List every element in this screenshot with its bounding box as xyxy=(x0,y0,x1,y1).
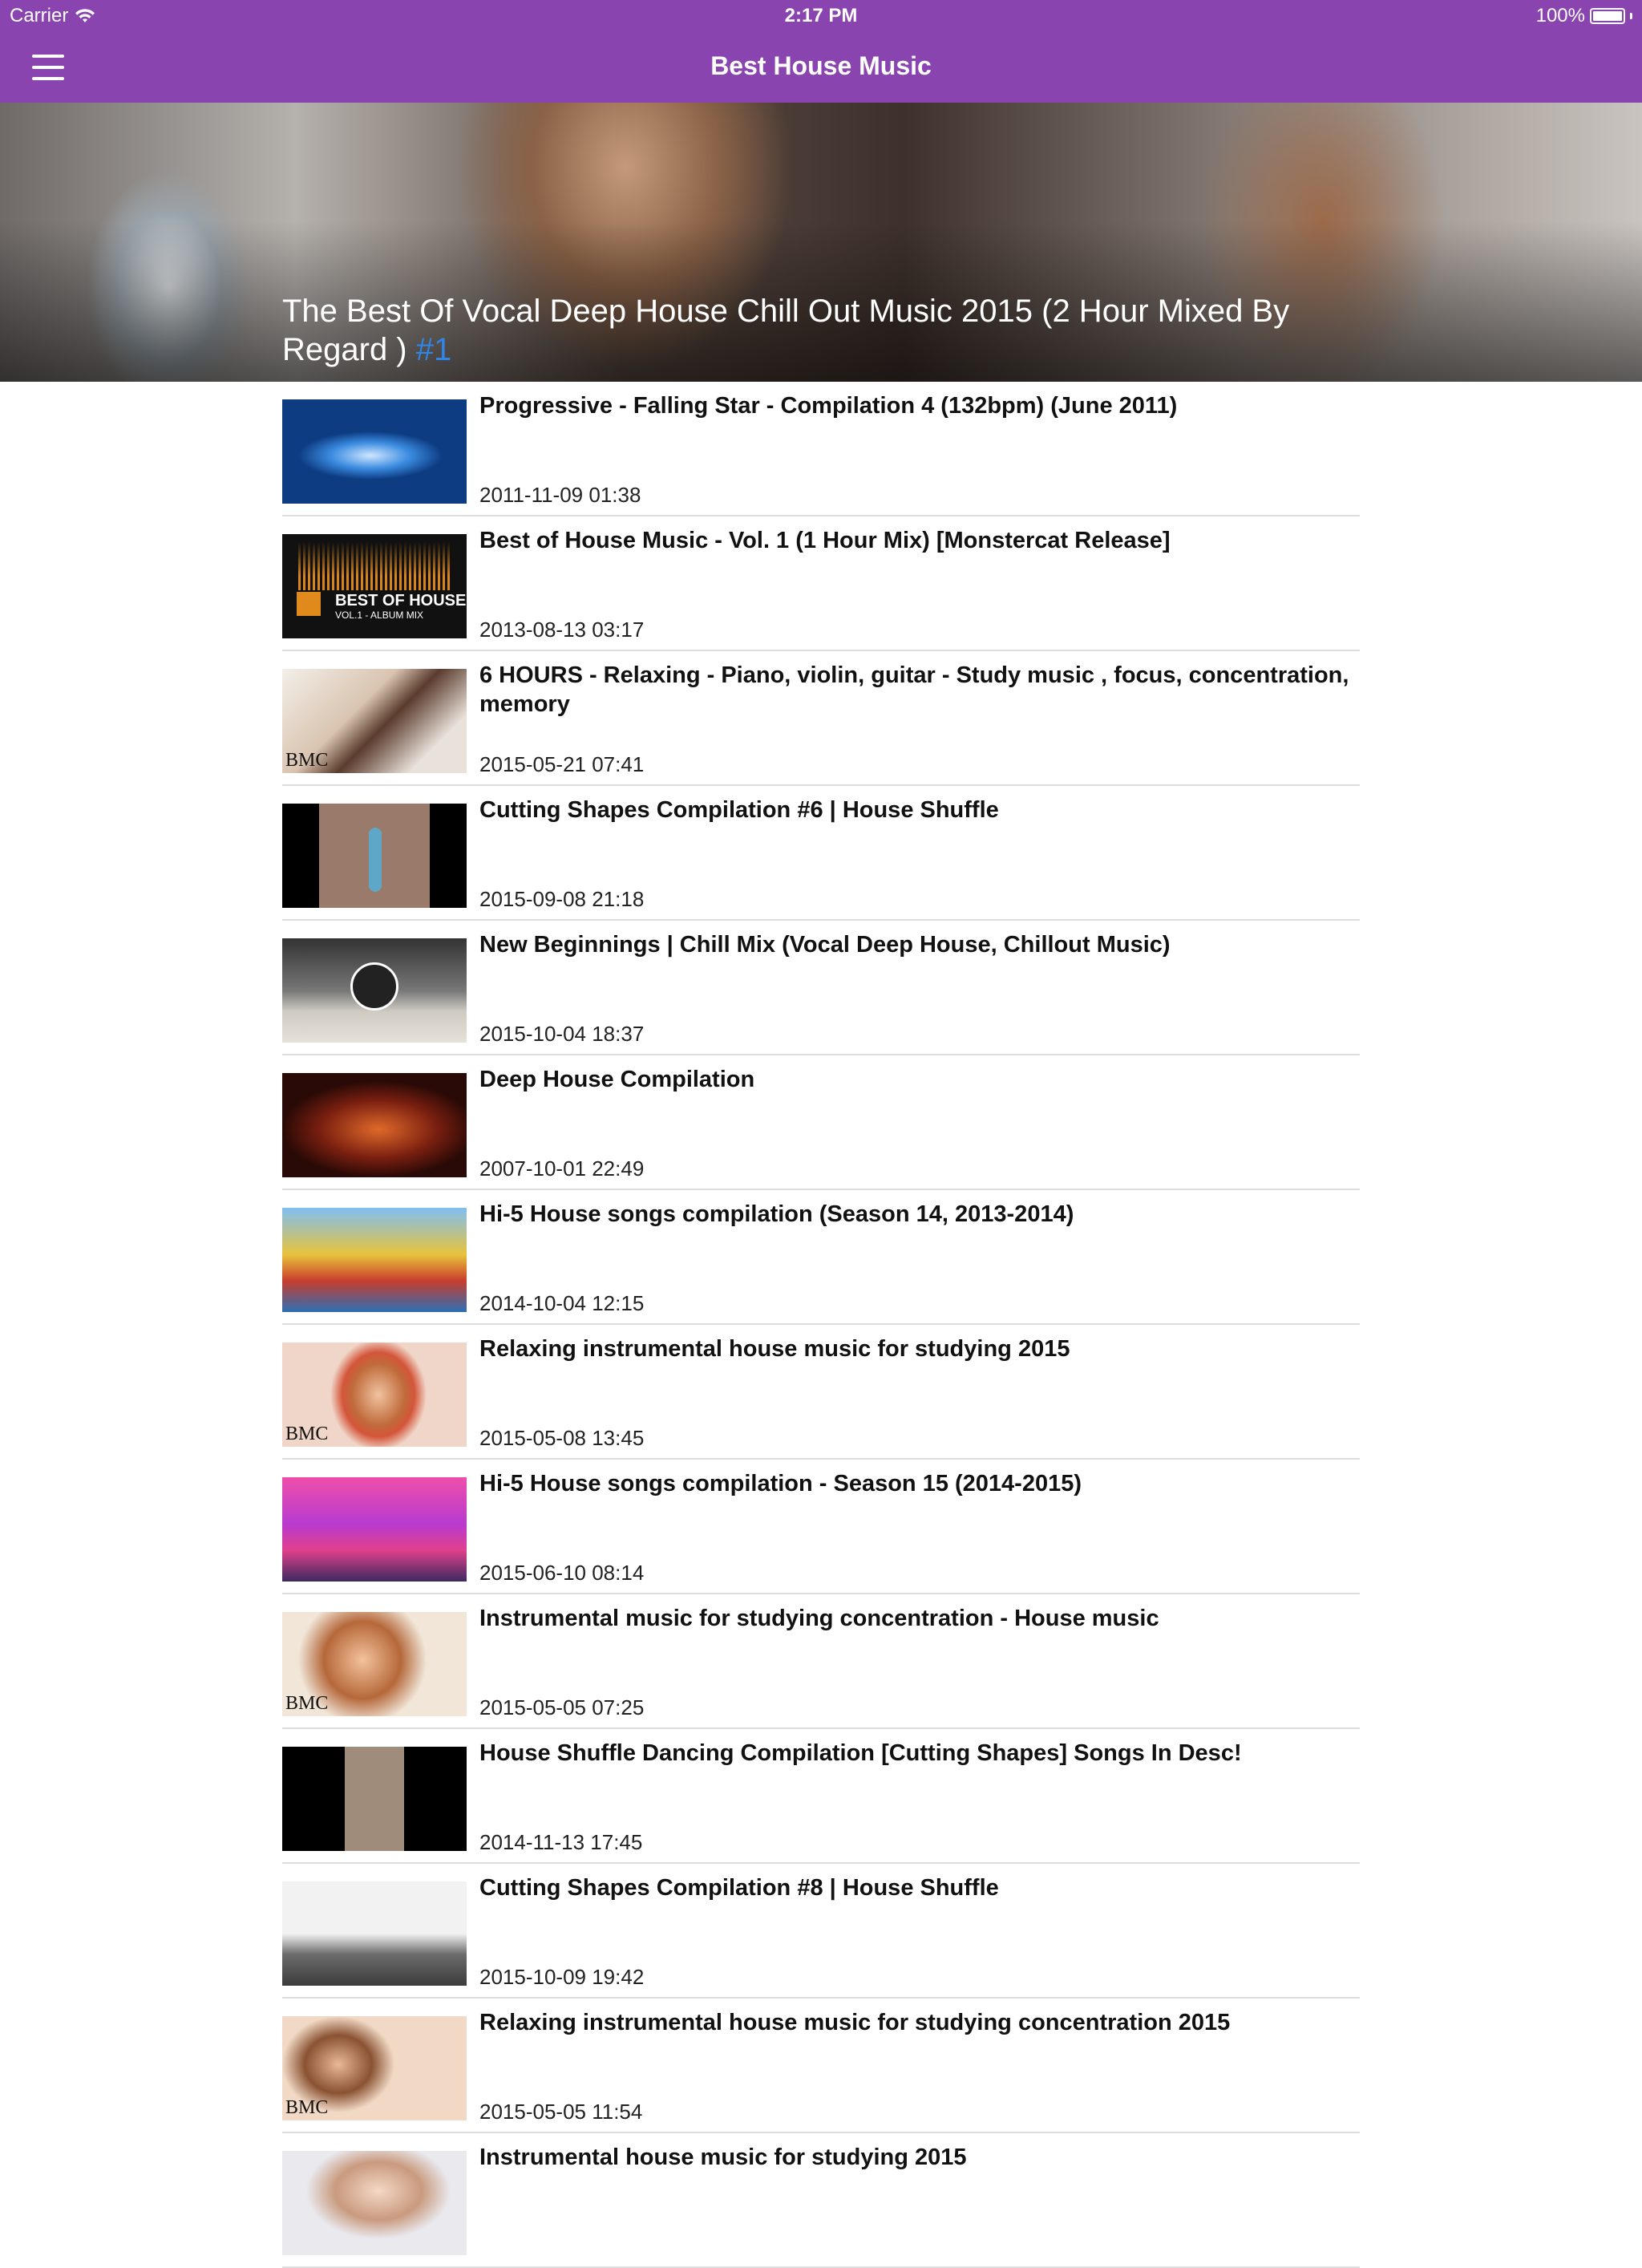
video-title[interactable]: Cutting Shapes Compilation #6 | House Sh… xyxy=(479,796,1353,824)
battery-tip xyxy=(1630,13,1632,19)
thumbnail-caption: BEST OF HOUSE xyxy=(335,592,467,610)
video-thumbnail[interactable] xyxy=(282,804,467,908)
thumbnail-watermark: BMC xyxy=(285,750,329,771)
status-time: 2:17 PM xyxy=(784,5,858,26)
video-list-item[interactable]: BEST OF HOUSE VOL.1 - ALBUM MIX Best of Ho… xyxy=(282,516,1360,651)
video-date: 2015-05-05 11:54 xyxy=(479,2100,643,2124)
video-date: 2011-11-09 01:38 xyxy=(479,483,641,507)
video-date: 2007-10-01 22:49 xyxy=(479,1156,645,1181)
video-title[interactable]: Progressive - Falling Star - Compilation… xyxy=(479,391,1353,420)
video-list-item[interactable]: BMC 6 HOURS - Relaxing - Piano, violin, g… xyxy=(282,651,1360,786)
battery-percent: 100% xyxy=(1535,5,1585,26)
video-thumbnail[interactable]: BMC xyxy=(282,2016,467,2120)
featured-video-title: The Best Of Vocal Deep House Chill Out M… xyxy=(282,292,1365,369)
thumbnail-watermark: BMC xyxy=(285,2097,329,2118)
video-date: 2015-06-10 08:14 xyxy=(479,1561,645,1585)
video-thumbnail[interactable]: BEST OF HOUSE VOL.1 - ALBUM MIX xyxy=(282,534,467,638)
video-thumbnail[interactable]: BMC xyxy=(282,669,467,773)
video-thumbnail[interactable] xyxy=(282,1477,467,1582)
thumbnail-watermark: BMC xyxy=(285,1424,329,1444)
video-date: 2015-05-21 07:41 xyxy=(479,752,645,776)
video-list: Progressive - Falling Star - Compilation… xyxy=(282,382,1360,2268)
featured-video-banner[interactable]: The Best Of Vocal Deep House Chill Out M… xyxy=(0,103,1642,382)
video-thumbnail[interactable] xyxy=(282,1073,467,1177)
video-title[interactable]: Instrumental music for studying concentr… xyxy=(479,1604,1353,1633)
video-date: 2015-05-08 13:45 xyxy=(479,1426,645,1450)
video-title[interactable]: Cutting Shapes Compilation #8 | House Sh… xyxy=(479,1873,1353,1902)
featured-rank-badge: #1 xyxy=(415,332,452,367)
navigation-bar: Carrier 2:17 PM 100% Best House Music xyxy=(0,0,1642,103)
thumbnail-watermark: BMC xyxy=(285,1693,329,1714)
page-title: Best House Music xyxy=(710,51,932,80)
video-title[interactable]: Hi-5 House songs compilation (Season 14,… xyxy=(479,1200,1353,1229)
video-list-item[interactable]: Progressive - Falling Star - Compilation… xyxy=(282,382,1360,516)
video-thumbnail[interactable] xyxy=(282,1208,467,1312)
video-list-item[interactable]: Cutting Shapes Compilation #6 | House Sh… xyxy=(282,786,1360,921)
video-list-item[interactable]: BMC Instrumental music for studying conce… xyxy=(282,1594,1360,1729)
video-date: 2015-10-09 19:42 xyxy=(479,1965,645,1989)
channel-logo xyxy=(350,962,398,1010)
battery-icon xyxy=(1590,8,1625,24)
video-list-item[interactable]: Deep House Compilation 2007-10-01 22:49 xyxy=(282,1055,1360,1190)
video-list-item[interactable]: Hi-5 House songs compilation (Season 14,… xyxy=(282,1190,1360,1325)
battery-indicator: 100% xyxy=(1536,5,1632,27)
video-thumbnail[interactable] xyxy=(282,2151,467,2255)
video-thumbnail[interactable]: BMC xyxy=(282,1343,467,1447)
video-thumbnail[interactable] xyxy=(282,938,467,1043)
video-list-item[interactable]: Cutting Shapes Compilation #8 | House Sh… xyxy=(282,1864,1360,1999)
video-date: 2015-05-05 07:25 xyxy=(479,1695,645,1719)
video-title[interactable]: House Shuffle Dancing Compilation [Cutti… xyxy=(479,1739,1353,1768)
dancer-figure xyxy=(369,828,382,892)
video-title[interactable]: Relaxing instrumental house music for st… xyxy=(479,2008,1353,2037)
video-list-item[interactable]: House Shuffle Dancing Compilation [Cutti… xyxy=(282,1729,1360,1864)
video-list-item[interactable]: BMC Relaxing instrumental house music for… xyxy=(282,1325,1360,1460)
video-title[interactable]: New Beginnings | Chill Mix (Vocal Deep H… xyxy=(479,930,1353,959)
video-thumbnail[interactable]: BMC xyxy=(282,1612,467,1716)
video-title[interactable]: Instrumental house music for studying 20… xyxy=(479,2143,1353,2172)
video-title[interactable]: Deep House Compilation xyxy=(479,1065,1353,1094)
video-thumbnail[interactable] xyxy=(282,1881,467,1986)
video-title[interactable]: Relaxing instrumental house music for st… xyxy=(479,1334,1353,1363)
video-list-item[interactable]: BMC Relaxing instrumental house music for… xyxy=(282,1999,1360,2133)
video-thumbnail[interactable] xyxy=(282,399,467,504)
status-bar: Carrier 2:17 PM 100% xyxy=(0,0,1642,32)
video-date: 2015-09-08 21:18 xyxy=(479,887,645,911)
video-title[interactable]: Hi-5 House songs compilation - Season 15… xyxy=(479,1469,1353,1498)
video-thumbnail[interactable] xyxy=(282,1747,467,1851)
video-list-item[interactable]: Instrumental house music for studying 20… xyxy=(282,2133,1360,2268)
video-date: 2013-08-13 03:17 xyxy=(479,618,645,642)
video-date: 2015-10-04 18:37 xyxy=(479,1022,645,1046)
video-list-item[interactable]: New Beginnings | Chill Mix (Vocal Deep H… xyxy=(282,921,1360,1055)
video-title[interactable]: 6 HOURS - Relaxing - Piano, violin, guit… xyxy=(479,661,1353,719)
video-list-item[interactable]: Hi-5 House songs compilation - Season 15… xyxy=(282,1460,1360,1594)
video-date: 2014-11-13 17:45 xyxy=(479,1830,643,1854)
video-date: 2014-10-04 12:15 xyxy=(479,1291,645,1315)
video-title[interactable]: Best of House Music - Vol. 1 (1 Hour Mix… xyxy=(479,526,1353,555)
thumbnail-subcaption: VOL.1 - ALBUM MIX xyxy=(335,610,424,621)
